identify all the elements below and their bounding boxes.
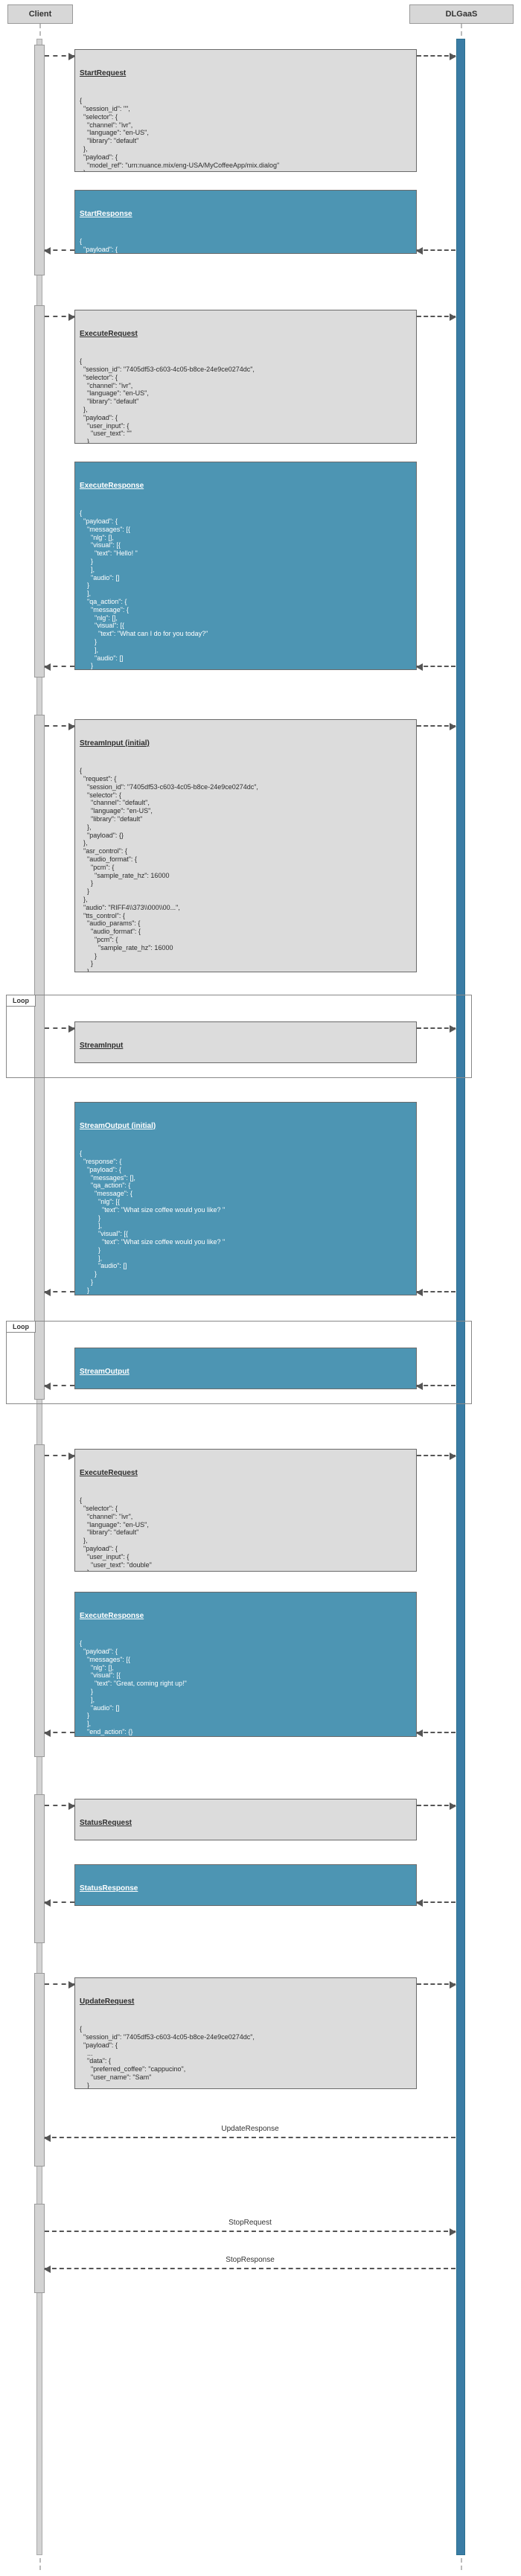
arrow-box-to-client-4 bbox=[45, 1385, 74, 1386]
segment-update bbox=[34, 1973, 45, 2167]
body-stream-out-init: { "response": { "payload": { "messages":… bbox=[80, 1150, 412, 1295]
arrow-client-to-box-5 bbox=[45, 1455, 74, 1456]
title-stream-in-init: StreamInput (initial) bbox=[80, 739, 412, 748]
segment-exec2 bbox=[34, 1444, 45, 1757]
box-stream-in-loop: StreamInput "audio": audio bytes bbox=[74, 1021, 417, 1063]
arrow-box-to-server-6 bbox=[417, 1805, 456, 1806]
box-stream-out-init: StreamOutput (initial) { "response": { "… bbox=[74, 1102, 417, 1295]
arrow-box-to-client-1 bbox=[45, 249, 74, 251]
arrow-client-to-box-2 bbox=[45, 316, 74, 317]
title-update-request: UpdateRequest bbox=[80, 1998, 412, 2006]
participant-server-label: DLGaaS bbox=[446, 10, 478, 19]
box-start-request: StartRequest { "session_id": "", "select… bbox=[74, 49, 417, 172]
participant-client: Client bbox=[7, 4, 73, 24]
segment-start bbox=[34, 45, 45, 275]
box-stream-in-init: StreamInput (initial) { "request": { "se… bbox=[74, 719, 417, 972]
participant-client-label: Client bbox=[29, 10, 52, 19]
arrow-server-to-box-2 bbox=[417, 666, 456, 667]
arrow-update-response bbox=[45, 2137, 456, 2138]
arrow-box-to-client-3 bbox=[45, 1291, 74, 1292]
arrow-box-to-server-7 bbox=[417, 1983, 456, 1985]
loop-label-2: Loop bbox=[6, 1321, 36, 1333]
arrow-box-to-client-5 bbox=[45, 1732, 74, 1733]
arrow-client-to-box-1 bbox=[45, 55, 74, 57]
sequence-diagram: Client DLGaaS StartRequest { "session_id… bbox=[0, 0, 521, 2576]
arrow-client-to-box-7 bbox=[45, 1983, 74, 1985]
title-status-response: StatusResponse bbox=[80, 1884, 412, 1893]
body-update-request: { "session_id": "7405df53-c603-4c05-b8ce… bbox=[80, 2025, 412, 2089]
box-exec2-request: ExecuteRequest { "selector": { "channel"… bbox=[74, 1449, 417, 1572]
box-stream-out-loop: StreamOutput "audio": audio bytes bbox=[74, 1348, 417, 1389]
arrow-server-to-box-1 bbox=[417, 249, 456, 251]
box-exec2-response: ExecuteResponse { "payload": { "messages… bbox=[74, 1592, 417, 1737]
activation-server bbox=[456, 39, 465, 2555]
title-exec1-request: ExecuteRequest bbox=[80, 330, 412, 339]
title-stream-out-loop: StreamOutput bbox=[80, 1368, 412, 1377]
body-start-response: { "payload": { "session_id": "7405df53-c… bbox=[80, 237, 412, 254]
segment-stop bbox=[34, 2204, 45, 2293]
arrow-stop-request bbox=[45, 2231, 456, 2232]
title-status-request: StatusRequest bbox=[80, 1819, 412, 1828]
body-exec2-request: { "selector": { "channel": "ivr", "langu… bbox=[80, 1496, 412, 1572]
box-status-response: StatusResponse "session_remaining_sec": … bbox=[74, 1864, 417, 1906]
arrow-server-to-box-6 bbox=[417, 1901, 456, 1903]
body-exec2-response: { "payload": { "messages": [{ "nlg": [],… bbox=[80, 1639, 412, 1737]
arrow-client-to-box-6 bbox=[45, 1805, 74, 1806]
title-exec2-response: ExecuteResponse bbox=[80, 1612, 412, 1621]
arrow-box-to-client-2 bbox=[45, 666, 74, 667]
arrow-box-to-client-6 bbox=[45, 1901, 74, 1903]
box-exec1-response: ExecuteResponse { "payload": { "messages… bbox=[74, 462, 417, 670]
arrow-box-to-server-1 bbox=[417, 55, 456, 57]
body-exec1-response: { "payload": { "messages": [{ "nlg": [],… bbox=[80, 509, 412, 670]
arrow-box-to-server-4 bbox=[417, 1027, 456, 1029]
arrow-client-to-box-3 bbox=[45, 725, 74, 727]
arrow-server-to-box-4 bbox=[417, 1385, 456, 1386]
label-update-response: UpdateResponse bbox=[45, 2125, 456, 2133]
arrow-box-to-server-5 bbox=[417, 1455, 456, 1456]
title-stream-in-loop: StreamInput bbox=[80, 1042, 412, 1051]
title-exec1-response: ExecuteResponse bbox=[80, 482, 412, 491]
arrow-box-to-server-3 bbox=[417, 725, 456, 727]
participant-server: DLGaaS bbox=[409, 4, 514, 24]
segment-status bbox=[34, 1794, 45, 1943]
body-start-request: { "session_id": "", "selector": { "chann… bbox=[80, 97, 412, 172]
title-exec2-request: ExecuteRequest bbox=[80, 1469, 412, 1478]
loop-label-1: Loop bbox=[6, 995, 36, 1007]
title-start-response: StartResponse bbox=[80, 210, 412, 219]
label-stop-request: StopRequest bbox=[45, 2219, 456, 2227]
arrow-box-to-server-2 bbox=[417, 316, 456, 317]
box-status-request: StatusRequest "session_id": "7405df53-c6… bbox=[74, 1799, 417, 1840]
arrow-server-to-box-3 bbox=[417, 1291, 456, 1292]
label-stop-response: StopResponse bbox=[45, 2256, 456, 2264]
title-stream-out-init: StreamOutput (initial) bbox=[80, 1122, 412, 1131]
box-update-request: UpdateRequest { "session_id": "7405df53-… bbox=[74, 1977, 417, 2089]
arrow-client-to-box-4 bbox=[45, 1027, 74, 1029]
body-stream-in-init: { "request": { "session_id": "7405df53-c… bbox=[80, 767, 412, 972]
body-exec1-request: { "session_id": "7405df53-c603-4c05-b8ce… bbox=[80, 357, 412, 444]
arrow-server-to-box-5 bbox=[417, 1732, 456, 1733]
segment-exec1 bbox=[34, 305, 45, 678]
title-start-request: StartRequest bbox=[80, 69, 412, 78]
box-start-response: StartResponse { "payload": { "session_id… bbox=[74, 190, 417, 254]
box-exec1-request: ExecuteRequest { "session_id": "7405df53… bbox=[74, 310, 417, 444]
arrow-stop-response bbox=[45, 2268, 456, 2269]
